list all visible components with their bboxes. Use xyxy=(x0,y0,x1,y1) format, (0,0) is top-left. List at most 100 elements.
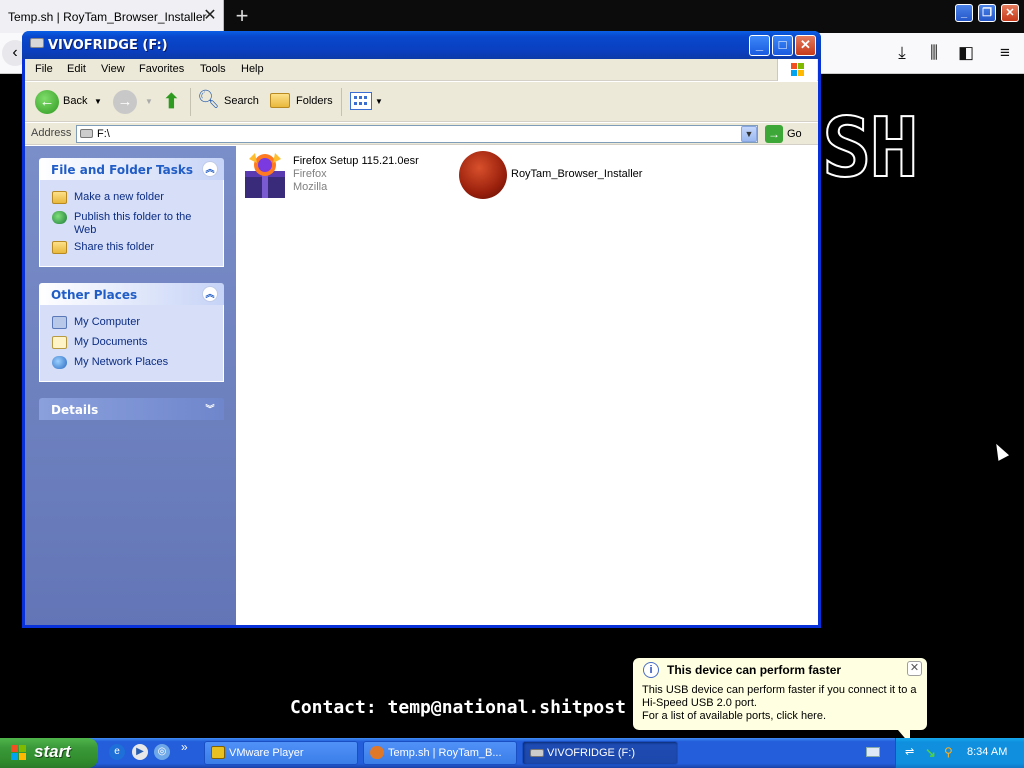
page-banner-text: SH xyxy=(821,101,920,196)
task-make-new-folder[interactable]: Make a new folder xyxy=(74,191,164,204)
standard-toolbar xyxy=(25,82,818,122)
download-icon[interactable]: ⤓ xyxy=(892,43,912,63)
task-share-folder[interactable]: Share this folder xyxy=(74,241,154,254)
folders-button-label[interactable]: Folders xyxy=(296,95,333,107)
start-label: start xyxy=(34,742,71,761)
network-places-icon xyxy=(52,356,67,369)
file-name[interactable]: Firefox Setup 115.21.0esr xyxy=(293,155,419,167)
task-label: Temp.sh | RoyTam_B... xyxy=(388,747,502,759)
address-input[interactable] xyxy=(76,125,758,143)
address-label: Address xyxy=(31,127,72,139)
address-dropdown-icon[interactable]: ▼ xyxy=(741,126,757,142)
search-tray-icon[interactable]: ⚲ xyxy=(944,745,958,759)
views-icon[interactable] xyxy=(350,92,372,110)
globe-icon xyxy=(52,211,67,224)
share-folder-icon xyxy=(52,241,67,254)
file-folder-tasks-header[interactable]: File and Folder Tasks xyxy=(39,158,224,180)
back-arrow-icon[interactable]: ← xyxy=(35,90,59,114)
back-button-label[interactable]: Back xyxy=(63,95,87,107)
toolbar-separator xyxy=(341,88,342,116)
up-folder-icon[interactable]: ⬆ xyxy=(163,89,183,113)
file-company: Mozilla xyxy=(293,181,328,193)
browser-restore-button[interactable]: ❐ xyxy=(978,4,996,22)
search-button-label[interactable]: Search xyxy=(224,95,259,107)
task-label: VIVOFRIDGE (F:) xyxy=(547,747,635,759)
tab-close-icon[interactable]: ✕ xyxy=(200,6,220,26)
red-sphere-icon[interactable] xyxy=(459,151,507,199)
go-arrow-icon[interactable]: → xyxy=(765,125,783,143)
file-list xyxy=(236,146,818,625)
panel-title: Details xyxy=(51,403,99,417)
forward-dropdown-icon[interactable]: ▼ xyxy=(145,97,153,106)
menu-icon[interactable]: ≡ xyxy=(995,43,1015,63)
maximize-button[interactable]: □ xyxy=(772,35,793,56)
expand-chevron-icon[interactable]: ︾ xyxy=(202,401,218,417)
browser-tab-title: Temp.sh | RoyTam_Browser_Installer xyxy=(8,10,207,24)
minimize-button[interactable]: _ xyxy=(749,35,770,56)
usb-device-icon[interactable]: ⇌ xyxy=(905,745,919,759)
place-my-documents[interactable]: My Documents xyxy=(74,336,147,349)
close-button[interactable]: ✕ xyxy=(795,35,816,56)
new-tab-button[interactable]: + xyxy=(232,4,252,28)
browser-minimize-button[interactable]: _ xyxy=(955,4,973,22)
menu-tools[interactable]: Tools xyxy=(200,63,226,75)
menu-help[interactable]: Help xyxy=(241,63,264,75)
other-places-header[interactable]: Other Places xyxy=(39,283,224,305)
browser-tab[interactable]: Temp.sh | RoyTam_Browser_Installer xyxy=(0,0,224,33)
firefox-icon xyxy=(370,746,384,759)
vmware-icon xyxy=(211,746,225,759)
task-firefox[interactable]: Temp.sh | RoyTam_B... xyxy=(363,741,517,765)
task-publish-web[interactable]: Publish this folder to the Web xyxy=(74,211,204,237)
task-vmware-player[interactable]: VMware Player xyxy=(204,741,358,765)
menu-edit[interactable]: Edit xyxy=(67,63,86,75)
back-dropdown-icon[interactable]: ▼ xyxy=(94,97,102,106)
clock: 8:34 AM xyxy=(967,746,1008,758)
my-documents-icon xyxy=(52,336,67,349)
collapse-chevron-icon[interactable]: ︽ xyxy=(202,286,218,302)
windows-logo-icon xyxy=(777,59,817,81)
balloon-text-line: Hi-Speed USB 2.0 port. xyxy=(642,697,757,709)
drive-icon xyxy=(30,38,44,48)
internet-explorer-icon[interactable]: e xyxy=(109,744,125,760)
place-my-computer[interactable]: My Computer xyxy=(74,316,140,329)
keyboard-icon[interactable] xyxy=(866,747,880,757)
balloon-text-line: This USB device can perform faster if yo… xyxy=(642,684,917,696)
collapse-chevron-icon[interactable]: ︽ xyxy=(202,161,218,177)
task-explorer[interactable]: VIVOFRIDGE (F:) xyxy=(522,741,678,765)
sidebar-icon[interactable]: ◧ xyxy=(956,43,976,63)
my-computer-icon xyxy=(52,316,67,329)
contact-line: Contact: temp@national.shitpost xyxy=(290,697,626,718)
firefox-installer-icon[interactable] xyxy=(243,151,287,199)
menu-file[interactable]: File xyxy=(35,63,53,75)
folders-icon[interactable] xyxy=(270,93,290,108)
address-value: F:\ xyxy=(97,128,110,140)
task-label: VMware Player xyxy=(229,747,304,759)
show-desktop-icon[interactable]: ◎ xyxy=(154,744,170,760)
windows-flag-icon xyxy=(10,744,28,762)
balloon-text-line[interactable]: For a list of available ports, click her… xyxy=(642,710,826,722)
go-button-label[interactable]: Go xyxy=(787,128,802,140)
views-dropdown-icon[interactable]: ▼ xyxy=(375,97,383,106)
details-header[interactable]: Details xyxy=(39,398,224,420)
browser-close-button[interactable]: ✕ xyxy=(1001,4,1019,22)
panel-title: Other Places xyxy=(51,288,138,302)
quick-launch-more-icon[interactable]: » xyxy=(181,740,188,754)
search-icon[interactable]: 🔍︎ xyxy=(197,89,221,113)
menu-favorites[interactable]: Favorites xyxy=(139,63,184,75)
balloon-close-icon[interactable]: ✕ xyxy=(907,661,922,676)
info-icon: i xyxy=(643,662,659,678)
drive-icon xyxy=(80,129,93,138)
toolbar-separator xyxy=(190,88,191,116)
media-player-icon[interactable]: ▶ xyxy=(132,744,148,760)
new-folder-icon xyxy=(52,191,67,204)
panel-title: File and Folder Tasks xyxy=(51,163,194,177)
forward-arrow-icon[interactable]: → xyxy=(113,90,137,114)
balloon-title: This device can perform faster xyxy=(667,663,842,677)
library-icon[interactable]: ⫼ xyxy=(924,43,944,63)
file-description: Firefox xyxy=(293,168,327,180)
drive-icon xyxy=(530,749,544,757)
safely-remove-icon[interactable]: ↘ xyxy=(925,745,939,760)
place-my-network[interactable]: My Network Places xyxy=(74,356,168,369)
menu-view[interactable]: View xyxy=(101,63,125,75)
file-name[interactable]: RoyTam_Browser_Installer xyxy=(511,168,642,180)
